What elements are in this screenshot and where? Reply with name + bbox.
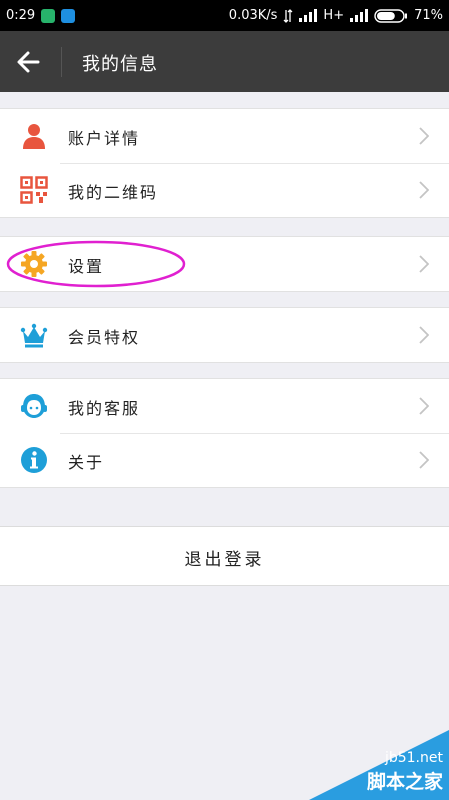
title-divider: [61, 47, 62, 77]
menu-item-about[interactable]: 关于: [0, 433, 449, 487]
menu-item-qr-code[interactable]: 我的二维码: [0, 163, 449, 217]
menu-group-support: 我的客服 关于: [0, 378, 449, 488]
title-bar: 我的信息: [0, 31, 449, 92]
menu-item-customer-service[interactable]: 我的客服: [0, 379, 449, 433]
battery-icon: [374, 8, 408, 23]
network-speed: 0.03K/s: [228, 8, 278, 23]
crown-icon: [20, 323, 48, 348]
battery-percent: 71%: [414, 8, 443, 23]
chevron-right-icon: [419, 326, 429, 344]
page-title: 我的信息: [82, 54, 158, 75]
status-bar: 0:29 0.03K/s H+ 71%: [0, 0, 449, 31]
status-time: 0:29: [6, 8, 36, 23]
back-button[interactable]: [14, 49, 44, 75]
chevron-right-icon: [419, 127, 429, 145]
menu-item-label: 账户详情: [68, 129, 141, 148]
arrow-left-icon: [17, 51, 40, 73]
status-right: 0.03K/s H+ 71%: [229, 8, 443, 23]
menu-item-label: 我的客服: [68, 399, 141, 418]
chevron-right-icon: [419, 451, 429, 469]
menu-group-membership: 会员特权: [0, 307, 449, 363]
info-icon: [21, 447, 47, 473]
chevron-right-icon: [419, 181, 429, 199]
qr-code-icon: [20, 176, 48, 204]
status-left: 0:29: [6, 8, 76, 23]
menu-group-settings: 设置: [0, 236, 449, 292]
menu-item-label: 我的二维码: [68, 183, 159, 202]
menu-item-membership[interactable]: 会员特权: [0, 308, 449, 362]
data-transfer-icon: [283, 8, 293, 23]
customer-service-icon: [21, 394, 47, 418]
watermark-text: 脚本之家: [366, 771, 443, 793]
menu-item-label: 设置: [68, 257, 105, 276]
user-icon: [23, 124, 45, 149]
menu-item-label: 关于: [68, 453, 105, 472]
watermark: jb51.net 脚本之家: [299, 728, 449, 800]
logout-label: 退出登录: [184, 550, 265, 570]
chevron-right-icon: [419, 397, 429, 415]
chevron-right-icon: [419, 255, 429, 273]
watermark-url: jb51.net: [384, 750, 443, 766]
logout-button[interactable]: 退出登录: [0, 526, 449, 586]
menu-item-settings[interactable]: 设置: [0, 237, 449, 291]
notification-app-icon: [61, 8, 76, 23]
gear-icon: [21, 251, 47, 277]
signal-icon: [299, 9, 318, 22]
signal-icon-2: [350, 9, 369, 22]
network-type: H+: [323, 8, 345, 23]
menu-item-label: 会员特权: [68, 328, 141, 347]
notification-shield-icon: [41, 8, 56, 23]
menu-item-account-details[interactable]: 账户详情: [0, 109, 449, 163]
menu-group-account: 账户详情 我的二维码: [0, 108, 449, 218]
